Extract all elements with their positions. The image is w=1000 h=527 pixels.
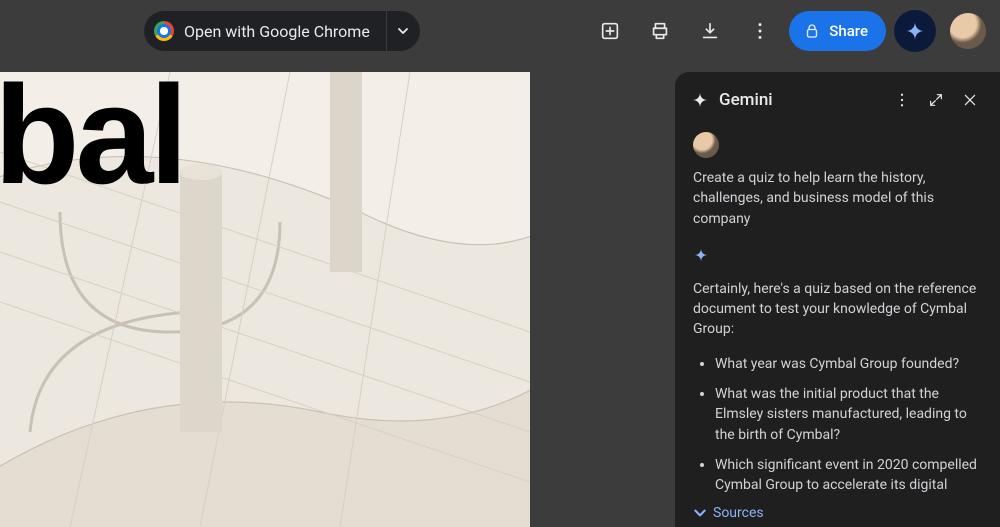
share-button[interactable]: Share [789, 11, 886, 51]
download-button[interactable] [689, 10, 731, 52]
add-to-drive-button[interactable] [589, 10, 631, 52]
close-icon [962, 92, 978, 108]
expand-icon [928, 92, 944, 108]
gemini-expand-button[interactable] [920, 84, 952, 116]
quiz-item: Which significant event in 2020 compelle… [715, 455, 982, 495]
chevron-down-icon [693, 506, 707, 520]
gemini-panel: Gemini Create a quiz to help learn the h… [675, 72, 1000, 527]
gemini-sources-toggle[interactable]: Sources [675, 495, 1000, 527]
account-avatar[interactable] [950, 13, 986, 49]
gemini-more-button[interactable] [886, 84, 918, 116]
gemini-panel-header: Gemini [675, 84, 1000, 126]
quiz-item: What year was Cymbal Group founded? [715, 354, 982, 374]
gemini-spark-icon [691, 91, 709, 109]
open-with-label: Open with Google Chrome [184, 22, 370, 41]
document-title-fragment: bal [0, 72, 184, 216]
user-avatar-small [693, 132, 719, 158]
gemini-user-prompt: Create a quiz to help learn the history,… [693, 168, 982, 229]
chrome-icon [154, 21, 174, 41]
share-lock-icon [803, 22, 821, 40]
caret-down-icon [397, 25, 409, 37]
share-label: Share [829, 22, 868, 40]
gemini-toggle-button[interactable] [894, 10, 936, 52]
print-icon [649, 20, 671, 42]
gemini-response-icon [693, 247, 982, 263]
sources-label: Sources [713, 505, 764, 521]
add-to-drive-icon [599, 20, 621, 42]
document-preview[interactable]: bal [0, 72, 530, 527]
open-with-caret-button[interactable] [386, 11, 420, 51]
gemini-spark-icon [904, 20, 926, 42]
kebab-icon [749, 20, 771, 42]
open-with-chrome-button[interactable]: Open with Google Chrome [144, 11, 420, 51]
gemini-close-button[interactable] [954, 84, 986, 116]
kebab-icon [893, 91, 911, 109]
gemini-title: Gemini [719, 90, 773, 110]
quiz-item: What was the initial product that the El… [715, 384, 982, 445]
more-button[interactable] [739, 10, 781, 52]
top-toolbar: Open with Google Chrome Share [0, 0, 1000, 62]
gemini-quiz-list: What year was Cymbal Group founded? What… [693, 354, 982, 495]
gemini-answer-intro: Certainly, here's a quiz based on the re… [693, 279, 982, 340]
print-button[interactable] [639, 10, 681, 52]
download-icon [699, 20, 721, 42]
